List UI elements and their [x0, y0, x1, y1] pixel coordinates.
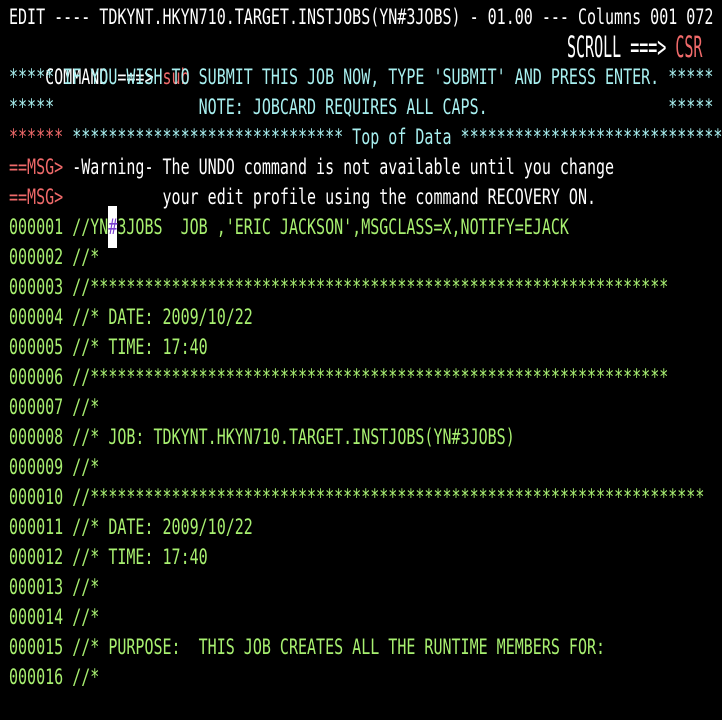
- terminal-screen[interactable]: EDIT ---- TDKYNT.HKYN710.TARGET.INSTJOBS…: [9, 2, 722, 692]
- text-cursor[interactable]: #: [108, 206, 118, 248]
- source-line[interactable]: 000006 //*******************************…: [9, 362, 722, 392]
- line-text[interactable]: //* PURPOSE: THIS JOB CREATES ALL THE RU…: [72, 626, 605, 668]
- text-after-cursor: 3JOBS JOB ,'ERIC JACKSON',MSGCLASS=X,NOT…: [117, 214, 569, 240]
- source-line[interactable]: 000001 //YN#3JOBS JOB ,'ERIC JACKSON',MS…: [9, 206, 722, 248]
- source-line[interactable]: 000015 //* PURPOSE: THIS JOB CREATES ALL…: [9, 632, 722, 662]
- line-text[interactable]: //**************************************…: [72, 356, 668, 398]
- line-number[interactable]: 000016: [9, 656, 63, 698]
- line-text[interactable]: //* JOB: TDKYNT.HKYN710.TARGET.INSTJOBS(…: [72, 416, 515, 458]
- source-line[interactable]: 000012 //* TIME: 17:40: [9, 542, 722, 572]
- source-line[interactable]: 000008 //* JOB: TDKYNT.HKYN710.TARGET.IN…: [9, 422, 722, 452]
- line-text[interactable]: //YN#3JOBS JOB ,'ERIC JACKSON',MSGCLASS=…: [72, 206, 569, 248]
- line-text[interactable]: //*: [72, 656, 99, 698]
